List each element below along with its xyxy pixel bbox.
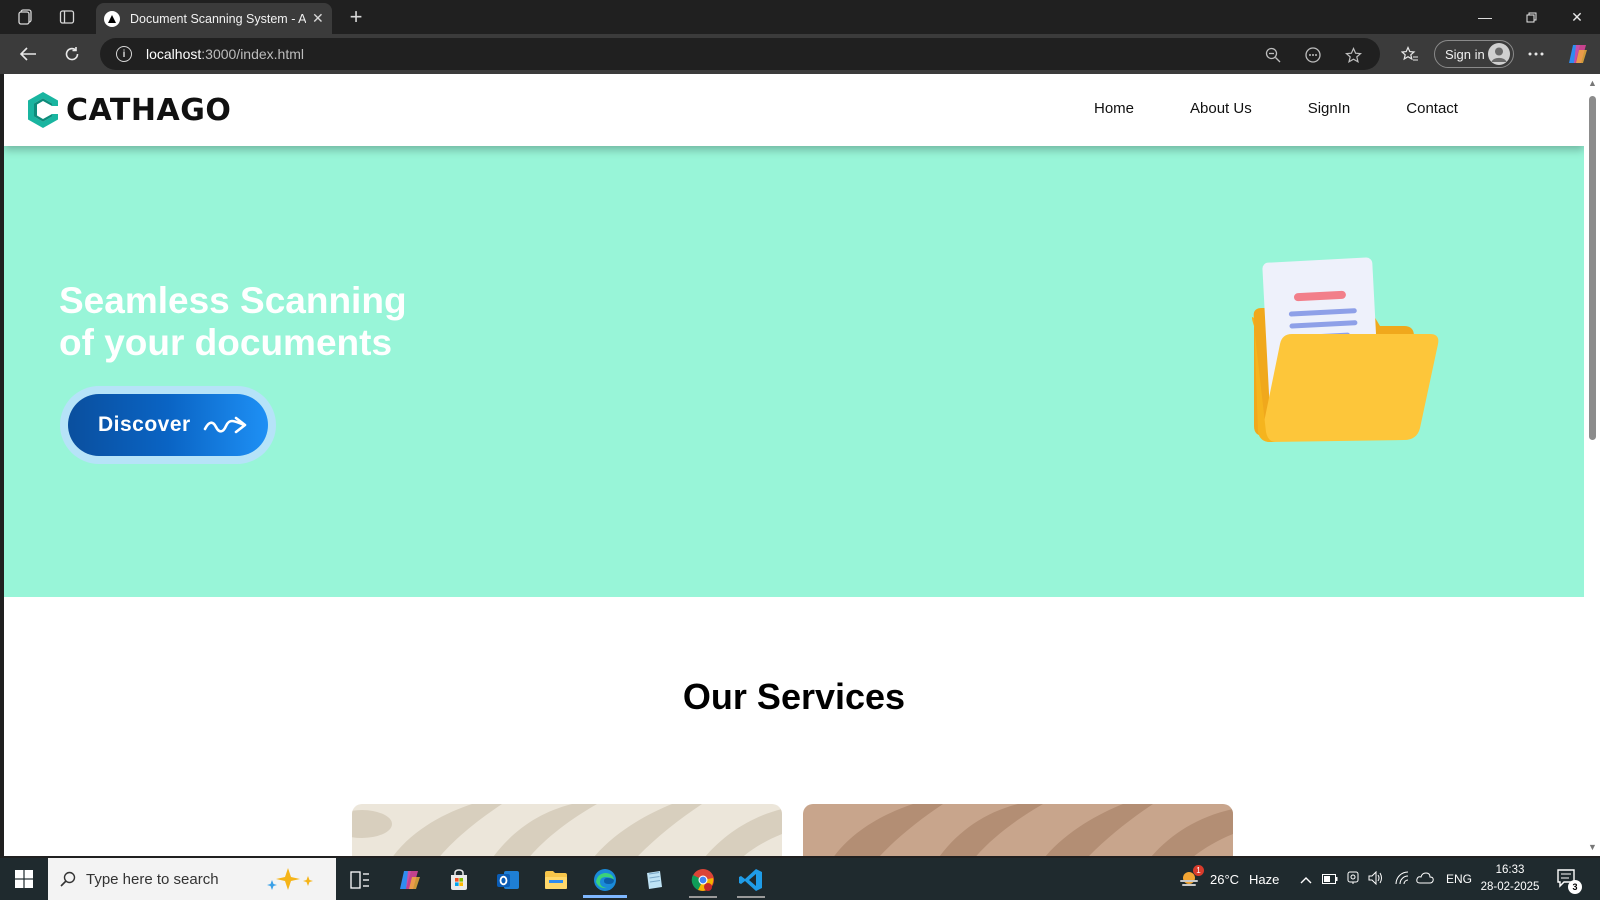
copilot-app-icon[interactable]	[388, 862, 432, 898]
windows-logo-icon	[15, 870, 33, 888]
hero-title: Seamless Scanning of your documents	[59, 280, 479, 364]
url-path: :3000/index.html	[201, 46, 304, 62]
close-tab-icon[interactable]: ✕	[312, 10, 324, 27]
logo-text: CATHAGO	[66, 92, 232, 128]
clock[interactable]: 16:33 28-02-2025	[1478, 862, 1542, 896]
refresh-icon[interactable]	[58, 42, 86, 66]
site-nav: Home About Us SignIn Contact	[1094, 100, 1514, 117]
nav-about-link[interactable]: About Us	[1190, 100, 1252, 117]
windows-taskbar: Type here to search 1 26°C Haze ENG 16:3…	[0, 858, 1600, 900]
system-tray-icons: ENG	[1300, 858, 1472, 900]
hero-title-line-2: of your documents	[59, 322, 393, 363]
notification-center-icon[interactable]: 3	[1556, 868, 1582, 894]
service-card-pattern	[352, 804, 782, 856]
outlook-icon[interactable]	[486, 862, 530, 898]
zoom-out-icon[interactable]	[1264, 46, 1282, 64]
hero-section: Seamless Scanning of your documents Disc…	[4, 146, 1584, 597]
url-host: localhost	[146, 46, 202, 62]
nav-signin-link[interactable]: SignIn	[1308, 100, 1351, 117]
file-explorer-icon[interactable]	[534, 862, 578, 898]
search-highlight-sparkle-icon	[267, 868, 313, 890]
vscode-icon[interactable]	[729, 862, 773, 898]
wifi-icon[interactable]	[1394, 871, 1410, 888]
browser-signin-button[interactable]: Sign in	[1434, 40, 1514, 68]
minimize-icon[interactable]: —	[1462, 0, 1508, 34]
more-options-icon[interactable]	[1522, 42, 1550, 66]
site-header: CATHAGO Home About Us SignIn Contact	[4, 74, 1584, 146]
weather-temp: 26°C	[1210, 871, 1240, 887]
site-logo[interactable]: CATHAGO	[28, 92, 231, 128]
notification-count-badge: 3	[1568, 880, 1582, 894]
notepad-icon[interactable]	[632, 862, 676, 898]
nextjs-favicon-icon	[104, 10, 120, 27]
task-view-icon[interactable]	[338, 862, 382, 898]
onedrive-sync-icon[interactable]	[1416, 871, 1434, 887]
new-tab-button[interactable]: +	[342, 4, 370, 29]
cathago-logo-icon	[28, 92, 58, 128]
page-scrollbar[interactable]: ▲ ▼	[1584, 74, 1600, 856]
url-bar[interactable]: i localhost:3000/index.html	[100, 38, 1380, 70]
start-button[interactable]	[0, 858, 48, 900]
weather-widget[interactable]: 1 26°C Haze	[1178, 858, 1279, 900]
service-card[interactable]	[803, 804, 1233, 856]
taskbar-search-box[interactable]: Type here to search	[48, 858, 336, 900]
profile-avatar-icon	[1488, 43, 1510, 65]
services-title: Our Services	[682, 676, 906, 717]
active-tab[interactable]: Document Scanning System - Aut ✕	[96, 3, 332, 34]
search-icon	[60, 871, 76, 887]
browser-signin-label: Sign in	[1445, 46, 1485, 62]
back-icon[interactable]	[14, 42, 42, 66]
favorites-icon[interactable]	[1396, 42, 1424, 66]
close-window-icon[interactable]: ✕	[1554, 0, 1600, 34]
weather-haze-icon: 1	[1178, 865, 1204, 890]
weather-alert-badge: 1	[1193, 865, 1204, 876]
copilot-icon[interactable]	[1566, 42, 1590, 66]
discover-button[interactable]: Discover	[68, 394, 268, 456]
favorite-star-icon[interactable]	[1344, 46, 1362, 64]
volume-icon[interactable]	[1368, 870, 1384, 888]
language-indicator[interactable]: ENG	[1446, 872, 1472, 886]
nav-contact-link[interactable]: Contact	[1406, 100, 1458, 117]
microsoft-store-icon[interactable]	[437, 862, 481, 898]
edge-browser-icon[interactable]	[583, 862, 627, 898]
clock-date: 28-02-2025	[1480, 881, 1540, 893]
nav-home-link[interactable]: Home	[1094, 100, 1134, 117]
weather-desc: Haze	[1249, 871, 1280, 887]
show-hidden-icons-icon[interactable]	[1300, 872, 1312, 887]
document-folder-illustration	[1252, 257, 1439, 442]
service-card[interactable]	[352, 804, 782, 856]
discover-button-halo: Discover	[60, 386, 276, 464]
squiggle-arrow-icon	[203, 416, 247, 434]
browser-tab-bar: Document Scanning System - Aut ✕ + — ✕	[0, 0, 1600, 34]
restore-icon[interactable]	[1508, 0, 1554, 34]
scroll-thumb[interactable]	[1589, 96, 1596, 440]
search-placeholder: Type here to search	[86, 870, 219, 888]
address-toolbar: i localhost:3000/index.html Sign in	[0, 34, 1600, 74]
discover-label: Discover	[98, 413, 191, 436]
tab-actions-icon[interactable]	[53, 5, 81, 29]
chrome-icon[interactable]	[681, 862, 725, 898]
scroll-up-icon[interactable]: ▲	[1588, 78, 1597, 88]
site-info-icon[interactable]: i	[116, 46, 132, 62]
service-card-pattern	[834, 804, 1233, 856]
battery-icon[interactable]	[1322, 872, 1338, 887]
meet-now-icon[interactable]	[1346, 871, 1360, 888]
reading-mode-icon[interactable]	[1304, 46, 1322, 64]
scroll-down-icon[interactable]: ▼	[1588, 842, 1597, 852]
tab-title: Document Scanning System - Aut	[130, 11, 306, 26]
workspaces-icon[interactable]	[12, 5, 40, 29]
hero-title-line-1: Seamless Scanning	[59, 280, 407, 321]
page-viewport: CATHAGO Home About Us SignIn Contact Sea…	[4, 74, 1584, 856]
clock-time: 16:33	[1495, 864, 1525, 876]
